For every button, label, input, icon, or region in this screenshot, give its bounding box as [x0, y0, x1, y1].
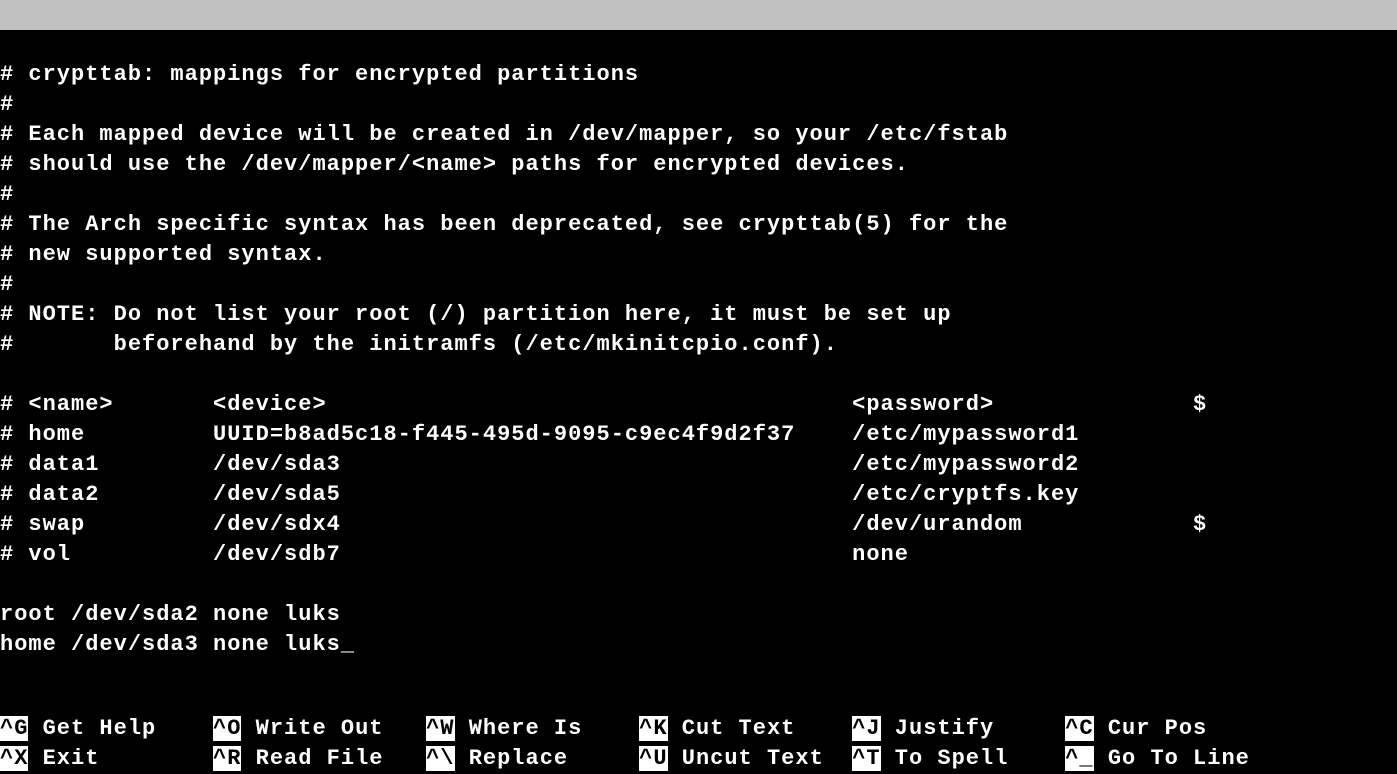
shortcut-gap — [1037, 744, 1065, 774]
line-text: # Each mapped device will be created in … — [0, 122, 1008, 147]
shortcut-cell[interactable]: ^K Cut Text — [639, 714, 824, 744]
shortcut-key: ^R — [213, 746, 241, 771]
editor-line: # data2 /dev/sda5 /etc/cryptfs.key — [0, 480, 1397, 510]
shortcut-cell[interactable]: ^J Justify — [852, 714, 1037, 744]
editor-line: # The Arch specific syntax has been depr… — [0, 210, 1397, 240]
shortcut-label: Uncut Text — [668, 746, 824, 771]
shortcut-cell[interactable]: ^O Write Out — [213, 714, 398, 744]
shortcut-key: ^C — [1065, 716, 1093, 741]
editor-line: # Each mapped device will be created in … — [0, 120, 1397, 150]
line-text: # new supported syntax. — [0, 242, 327, 267]
shortcut-cell[interactable]: ^G Get Help — [0, 714, 185, 744]
shortcut-label: Read File — [241, 746, 397, 771]
shortcut-key: ^_ — [1065, 746, 1093, 771]
app-name: GNU nano 2.5.3 — [28, 32, 255, 57]
editor-line: # beforehand by the initramfs (/etc/mkin… — [0, 330, 1397, 360]
line-text: # The Arch specific syntax has been depr… — [0, 212, 1008, 237]
shortcut-key: ^\ — [426, 746, 454, 771]
shortcut-label: Where Is — [455, 716, 611, 741]
shortcut-label: Get Help — [28, 716, 184, 741]
editor-line: home /dev/sda3 none luks_ — [0, 630, 1397, 660]
editor-line: # new supported syntax. — [0, 240, 1397, 270]
editor-line: # <name> <device> <password> $ — [0, 390, 1397, 420]
editor-line: # swap /dev/sdx4 /dev/urandom $ — [0, 510, 1397, 540]
shortcut-label: To Spell — [881, 746, 1037, 771]
line-text: # <name> <device> <password> $ — [0, 392, 1207, 417]
nano-title-bar: GNU nano 2.5.3 File: /mnt/etc/crypttab M… — [0, 0, 1397, 30]
line-text: # should use the /dev/mapper/<name> path… — [0, 152, 909, 177]
shortcut-bar: ^G Get Help ^O Write Out ^W Where Is ^K … — [0, 714, 1397, 774]
line-text: # data1 /dev/sda3 /etc/mypassword2 — [0, 452, 1079, 477]
line-text: # NOTE: Do not list your root (/) partit… — [0, 302, 952, 327]
line-text: root /dev/sda2 none luks — [0, 602, 341, 627]
line-text: # — [0, 182, 14, 207]
line-text: # beforehand by the initramfs (/etc/mkin… — [0, 332, 838, 357]
editor-line: # home UUID=b8ad5c18-f445-495d-9095-c9ec… — [0, 420, 1397, 450]
editor-line: # NOTE: Do not list your root (/) partit… — [0, 300, 1397, 330]
shortcut-label: Exit — [28, 746, 184, 771]
shortcut-cell[interactable]: ^T To Spell — [852, 744, 1037, 774]
file-label: File: /mnt/etc/crypttab — [483, 32, 810, 57]
shortcut-label: Cur Pos — [1094, 716, 1208, 741]
shortcut-key: ^W — [426, 716, 454, 741]
shortcut-key: ^U — [639, 746, 667, 771]
shortcut-gap — [398, 744, 426, 774]
header-spacer1 — [256, 32, 483, 57]
editor-line: # crypttab: mappings for encrypted parti… — [0, 60, 1397, 90]
line-text: home /dev/sda3 none luks — [0, 632, 341, 657]
shortcut-label: Cut Text — [668, 716, 824, 741]
shortcut-gap — [611, 744, 639, 774]
modified-status: Modified — [1236, 32, 1378, 57]
shortcut-cell[interactable]: ^X Exit — [0, 744, 185, 774]
header-spacer2 — [810, 32, 1236, 57]
editor-line — [0, 570, 1397, 600]
shortcut-label: Replace — [455, 746, 611, 771]
shortcut-key: ^J — [852, 716, 880, 741]
shortcut-key: ^X — [0, 746, 28, 771]
line-text: # data2 /dev/sda5 /etc/cryptfs.key — [0, 482, 1079, 507]
line-text: # swap /dev/sdx4 /dev/urandom $ — [0, 512, 1207, 537]
shortcut-key: ^K — [639, 716, 667, 741]
shortcut-gap — [824, 744, 852, 774]
editor-line: root /dev/sda2 none luks — [0, 600, 1397, 630]
shortcut-row-1: ^G Get Help ^O Write Out ^W Where Is ^K … — [0, 714, 1397, 744]
shortcut-label: Write Out — [241, 716, 397, 741]
shortcut-cell[interactable]: ^C Cur Pos — [1065, 714, 1207, 744]
editor-line: # — [0, 270, 1397, 300]
shortcut-key: ^O — [213, 716, 241, 741]
shortcut-key: ^G — [0, 716, 28, 741]
editor-content[interactable]: # crypttab: mappings for encrypted parti… — [0, 30, 1397, 660]
shortcut-gap — [611, 714, 639, 744]
editor-line — [0, 360, 1397, 390]
editor-line: # vol /dev/sdb7 none — [0, 540, 1397, 570]
editor-line: # should use the /dev/mapper/<name> path… — [0, 150, 1397, 180]
shortcut-row-2: ^X Exit ^R Read File ^\ Replace ^U Uncut… — [0, 744, 1397, 774]
shortcut-label: Justify — [881, 716, 1037, 741]
line-text: # — [0, 92, 14, 117]
editor-line: # data1 /dev/sda3 /etc/mypassword2 — [0, 450, 1397, 480]
editor-line: # — [0, 180, 1397, 210]
shortcut-label: Go To Line — [1094, 746, 1250, 771]
shortcut-gap — [185, 714, 213, 744]
editor-line: # — [0, 90, 1397, 120]
line-text: # vol /dev/sdb7 none — [0, 542, 909, 567]
shortcut-cell[interactable]: ^W Where Is — [426, 714, 611, 744]
shortcut-cell[interactable]: ^U Uncut Text — [639, 744, 824, 774]
shortcut-cell[interactable]: ^_ Go To Line — [1065, 744, 1250, 774]
shortcut-key: ^T — [852, 746, 880, 771]
shortcut-cell[interactable]: ^R Read File — [213, 744, 398, 774]
shortcut-gap — [398, 714, 426, 744]
shortcut-cell[interactable]: ^\ Replace — [426, 744, 611, 774]
line-text: # — [0, 272, 14, 297]
shortcut-gap — [1037, 714, 1065, 744]
line-text: # home UUID=b8ad5c18-f445-495d-9095-c9ec… — [0, 422, 1079, 447]
line-text: # crypttab: mappings for encrypted parti… — [0, 62, 639, 87]
text-cursor: _ — [341, 630, 355, 660]
shortcut-gap — [824, 714, 852, 744]
shortcut-gap — [185, 744, 213, 774]
